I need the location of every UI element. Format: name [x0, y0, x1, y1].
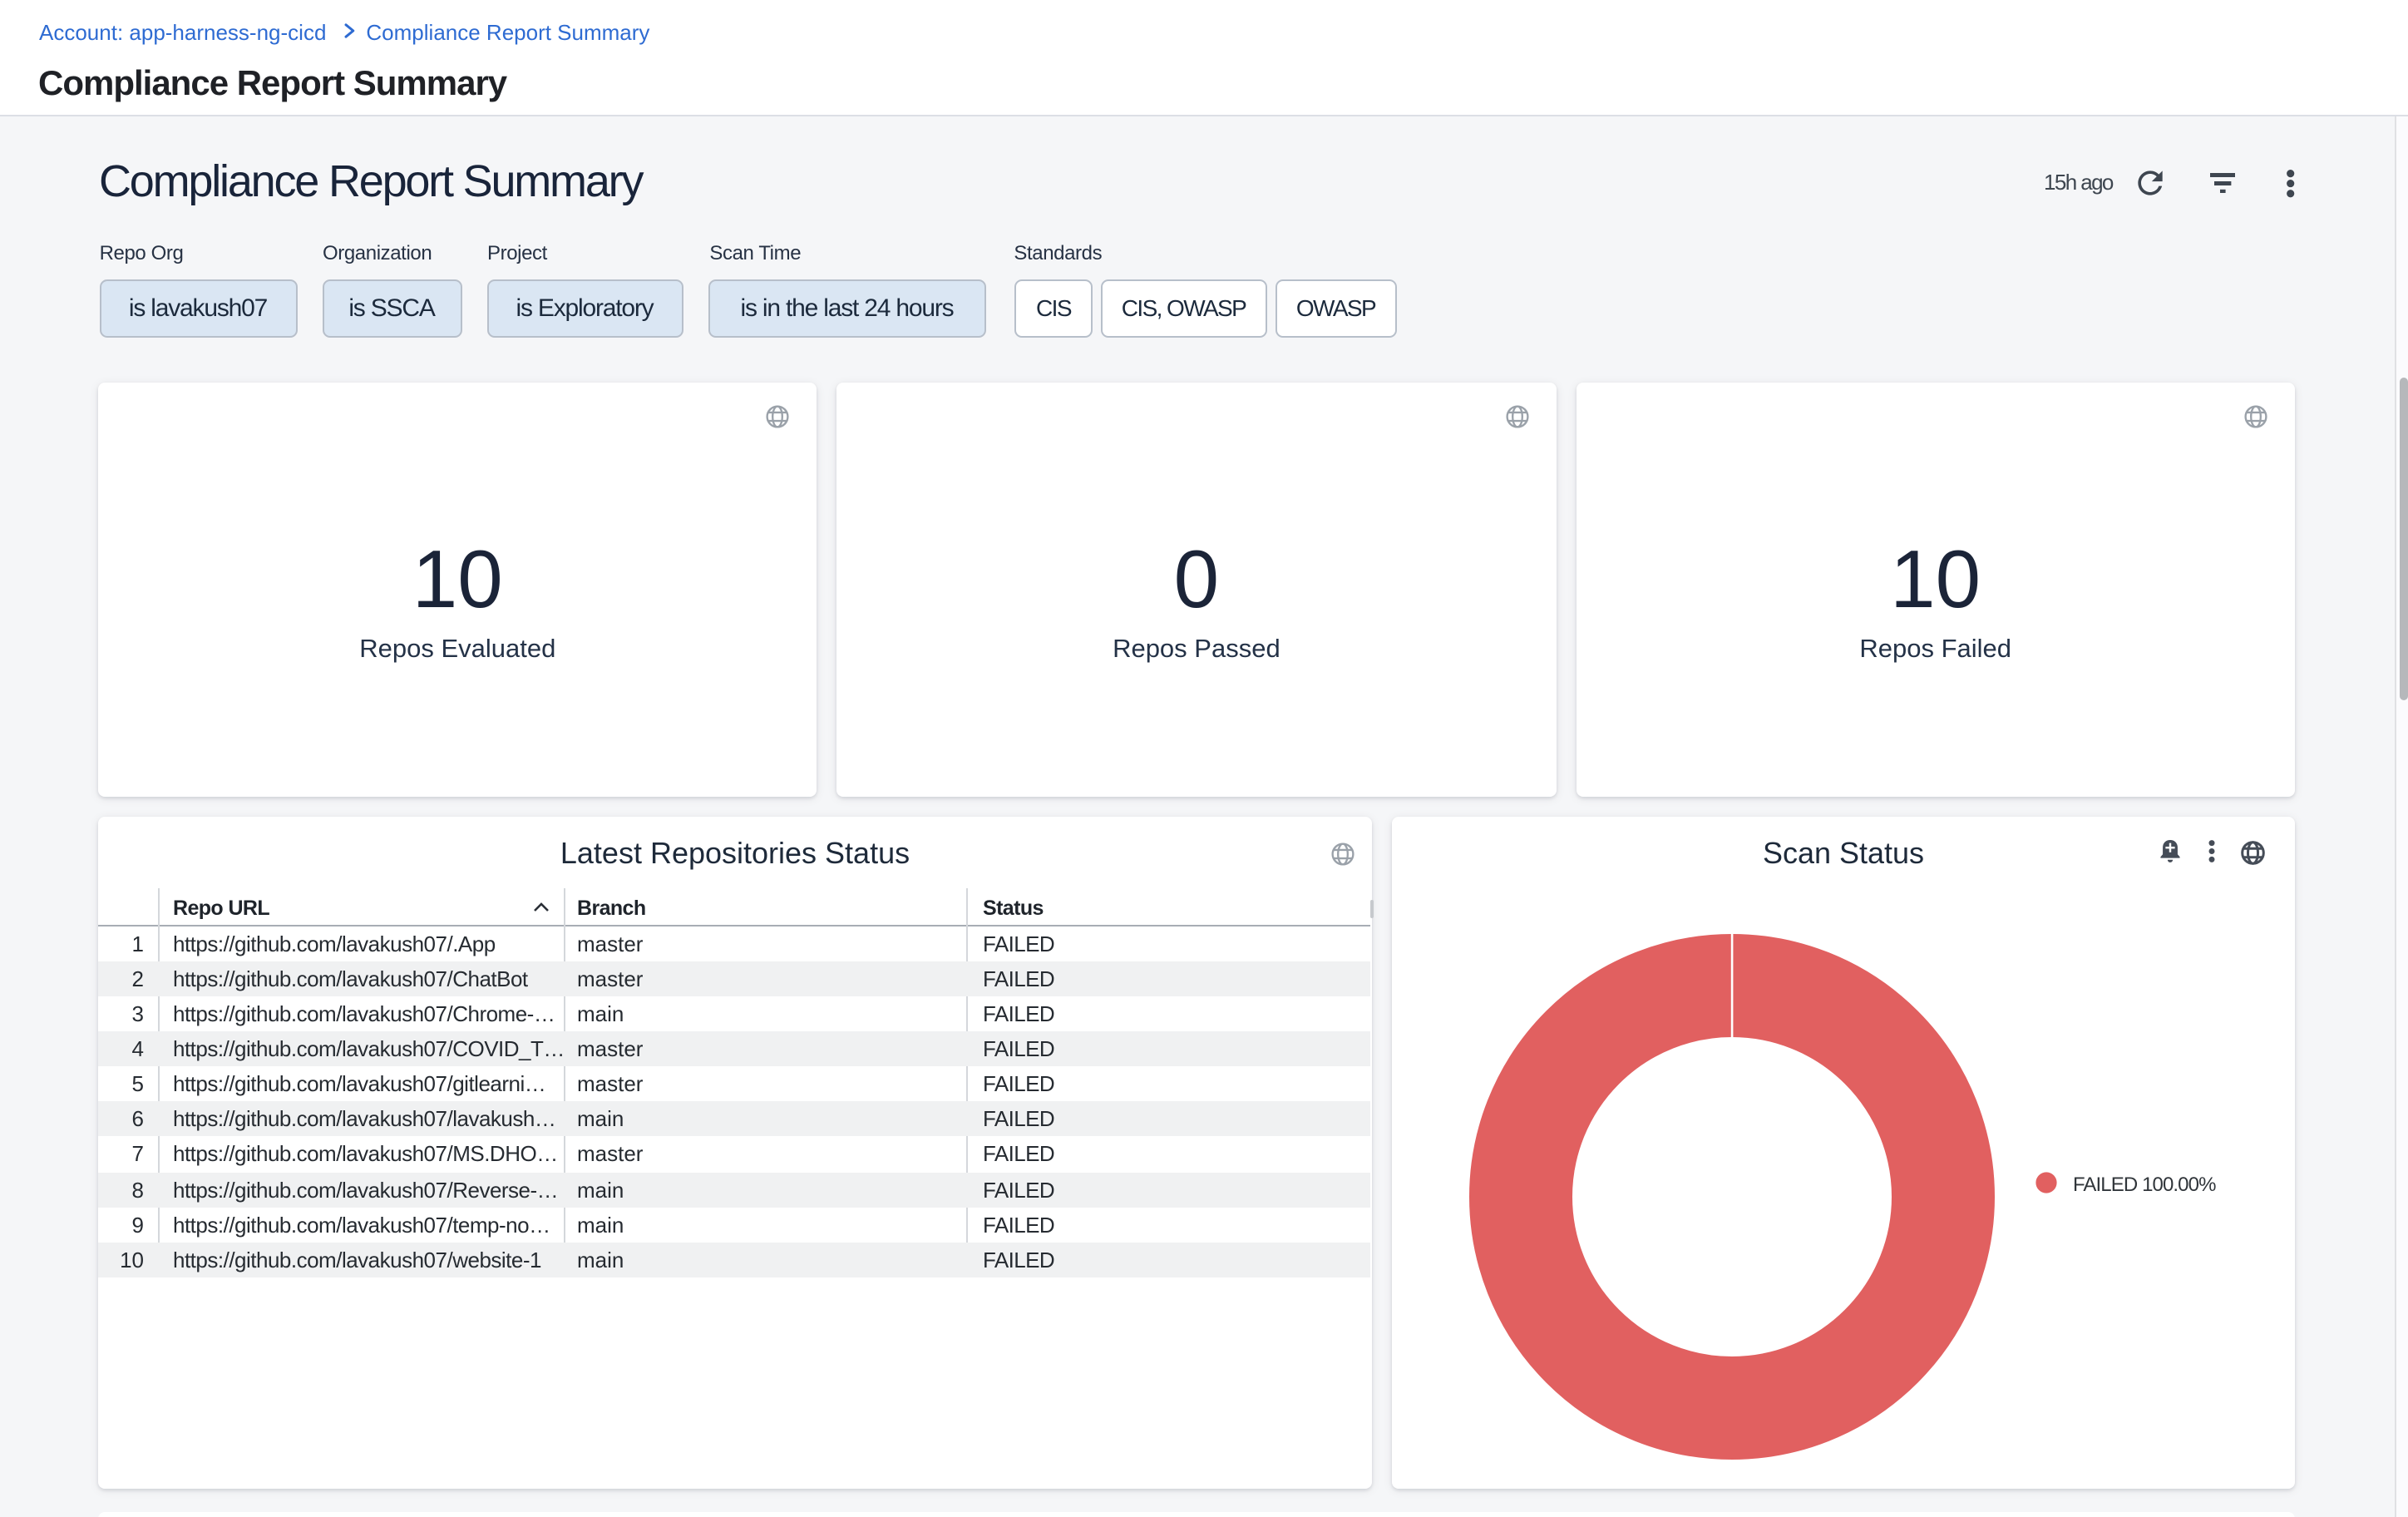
- svg-text:FAILED 100.00%: FAILED 100.00%: [2073, 1174, 2216, 1196]
